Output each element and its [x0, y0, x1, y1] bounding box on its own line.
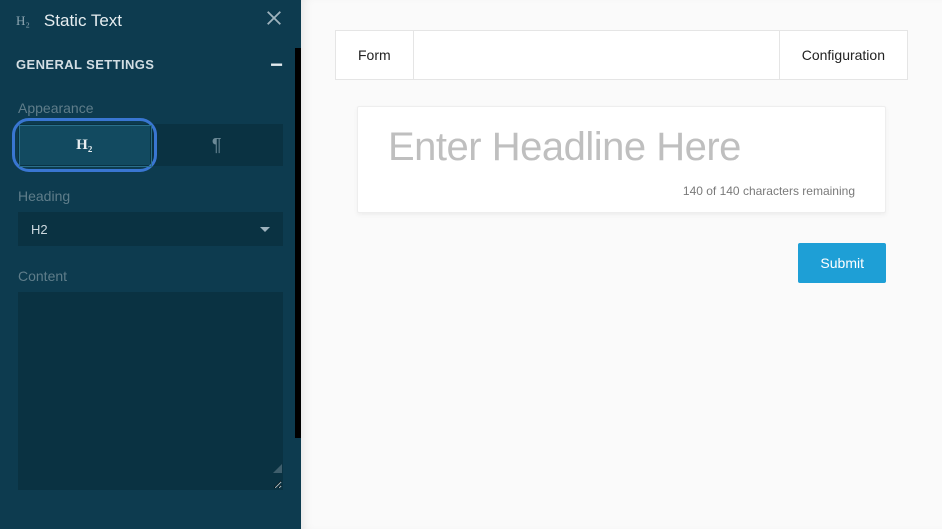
tab-form[interactable]: Form: [336, 31, 414, 79]
headline-card[interactable]: Enter Headline Here 140 of 140 character…: [357, 106, 886, 213]
appearance-toggle-group: H₂ ¶: [0, 124, 301, 166]
content-textarea[interactable]: [18, 292, 283, 490]
close-icon[interactable]: [265, 9, 285, 29]
collapse-icon[interactable]: −: [270, 59, 283, 71]
appearance-paragraph-option[interactable]: ¶: [151, 124, 284, 166]
headline-placeholder[interactable]: Enter Headline Here: [388, 125, 855, 170]
character-counter: 140 of 140 characters remaining: [388, 184, 855, 198]
sidebar-header: H₂ Static Text: [0, 0, 301, 43]
appearance-heading-option[interactable]: H₂: [18, 124, 151, 166]
tab-configuration[interactable]: Configuration: [780, 31, 907, 79]
chevron-down-icon: [260, 227, 270, 232]
tab-bar: Form Configuration: [335, 30, 908, 80]
submit-button[interactable]: Submit: [798, 243, 886, 283]
element-type-icon: H₂: [16, 13, 30, 29]
pilcrow-icon: ¶: [212, 135, 222, 156]
main-canvas: Form Configuration Enter Headline Here 1…: [301, 0, 942, 529]
properties-sidebar: H₂ Static Text GENERAL SETTINGS − Appear…: [0, 0, 301, 529]
heading-select[interactable]: H2: [18, 212, 283, 246]
submit-row: Submit: [357, 243, 886, 283]
heading-select-value: H2: [31, 222, 48, 237]
appearance-label: Appearance: [0, 78, 301, 124]
heading-label: Heading: [0, 166, 301, 212]
general-settings-header[interactable]: GENERAL SETTINGS −: [0, 43, 301, 78]
tab-spacer: [414, 31, 780, 79]
section-title: GENERAL SETTINGS: [16, 57, 154, 72]
sidebar-title: Static Text: [44, 11, 122, 31]
content-label: Content: [0, 246, 301, 292]
h2-glyph: H₂: [76, 137, 92, 154]
